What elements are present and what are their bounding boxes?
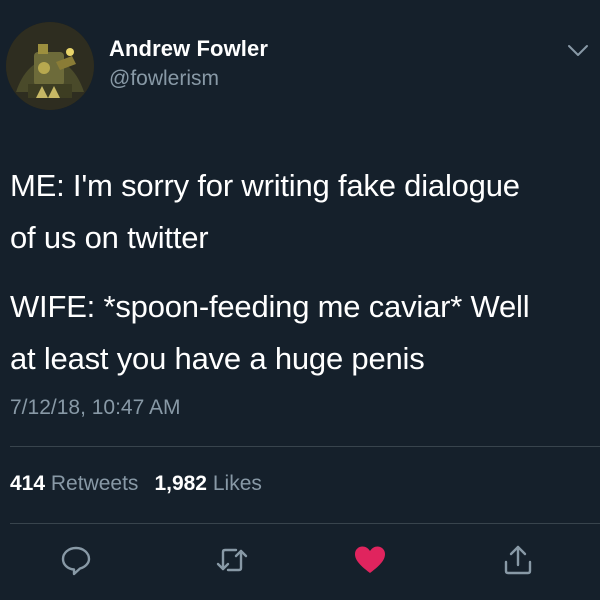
avatar-illustration-icon (6, 22, 94, 110)
retweet-icon (216, 548, 248, 572)
user-display-name[interactable]: Andrew Fowler (109, 36, 268, 62)
tweet-timestamp[interactable]: 7/12/18, 10:47 AM (10, 396, 180, 420)
chevron-down-icon[interactable] (566, 42, 590, 60)
share-button[interactable] (498, 540, 538, 580)
reply-button[interactable] (56, 540, 96, 580)
tweet-stats: 414 Retweets 1,982 Likes (10, 472, 262, 496)
likes-label[interactable]: Likes (213, 472, 262, 495)
tweet-text-paragraph-2: WIFE: *spoon-feeding me caviar* Well at … (10, 289, 530, 376)
likes-count[interactable]: 1,982 (154, 472, 207, 495)
user-handle[interactable]: @fowlerism (109, 67, 219, 91)
divider (10, 523, 600, 524)
tweet-text-paragraph-1: ME: I'm sorry for writing fake dialogue … (10, 168, 520, 255)
tweet-card: Andrew Fowler @fowlerism ME: I'm sorry f… (0, 0, 600, 600)
retweets-label[interactable]: Retweets (51, 472, 139, 495)
user-avatar[interactable] (6, 22, 94, 110)
divider (10, 446, 600, 447)
retweets-count[interactable]: 414 (10, 472, 45, 495)
retweet-button[interactable] (212, 540, 252, 580)
comment-bubble-icon (61, 546, 91, 576)
share-icon (504, 545, 532, 575)
like-button[interactable] (350, 540, 390, 580)
heart-icon (355, 546, 385, 573)
